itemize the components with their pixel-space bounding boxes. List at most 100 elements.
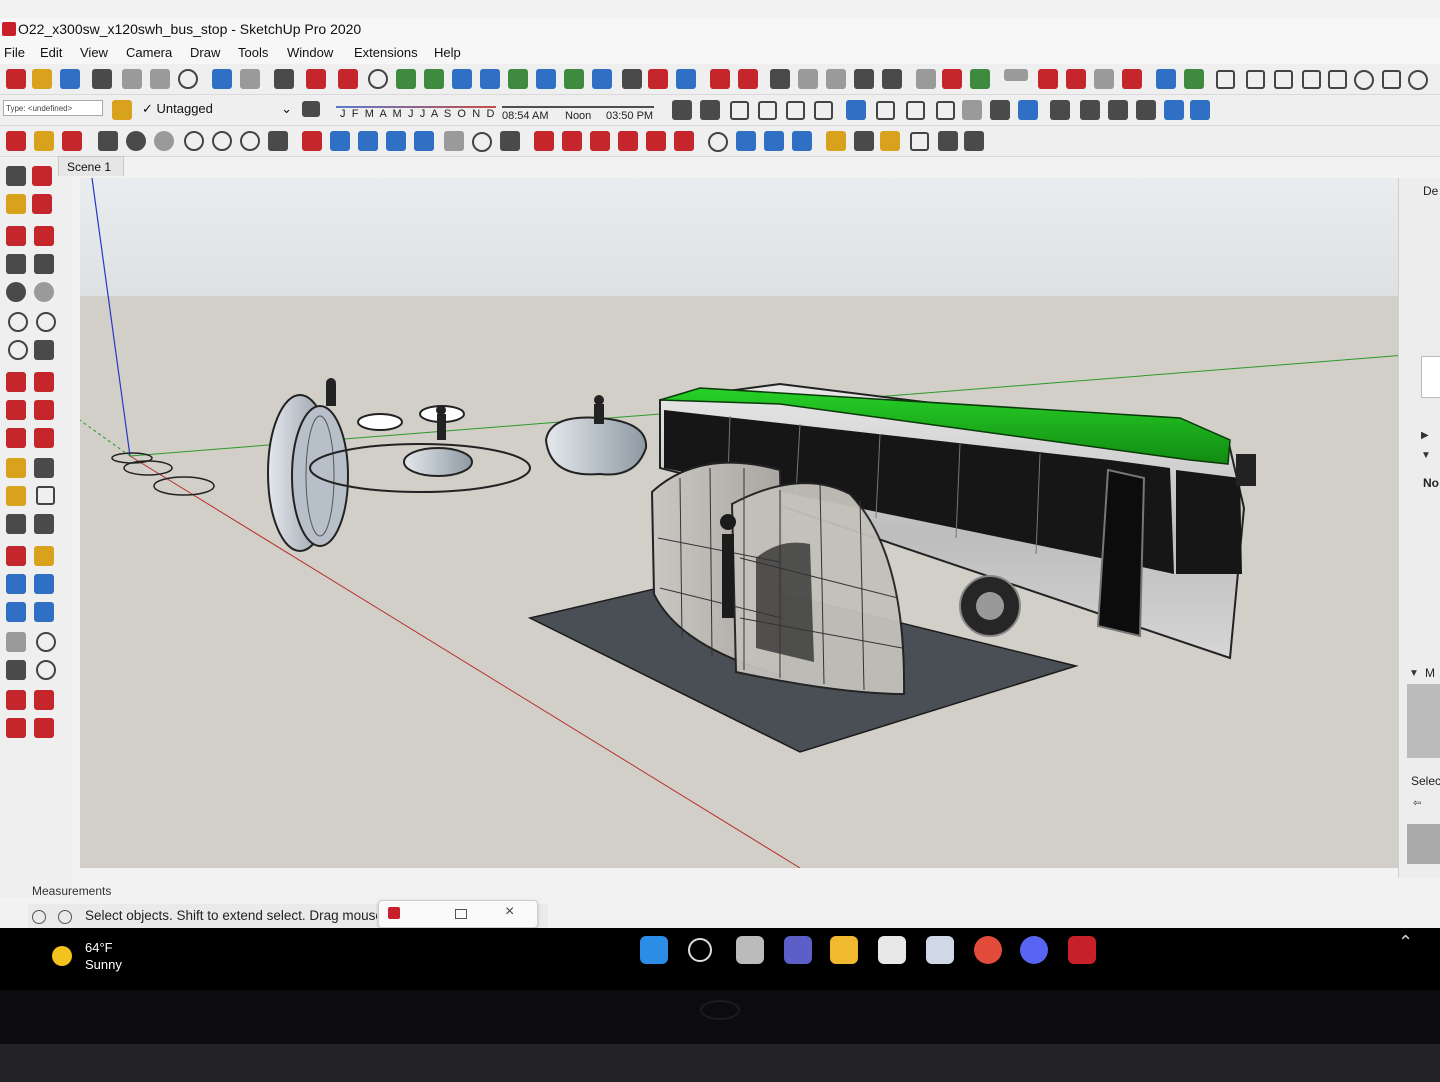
move-icon[interactable] <box>396 69 416 89</box>
polygon-icon[interactable] <box>154 131 174 151</box>
hidden-line-icon[interactable] <box>936 101 955 120</box>
cone-icon[interactable] <box>1382 70 1401 89</box>
solid-trim-icon[interactable] <box>1122 69 1142 89</box>
material-swatch-2[interactable] <box>1407 824 1440 864</box>
cylinder-icon[interactable] <box>1328 70 1347 89</box>
protractor-left-icon[interactable] <box>6 486 26 506</box>
ruby-icon[interactable] <box>34 718 54 738</box>
flip-icon[interactable] <box>424 69 444 89</box>
texture-icon[interactable] <box>738 69 758 89</box>
store-icon[interactable] <box>926 936 954 964</box>
orbit-left-icon[interactable] <box>6 546 26 566</box>
dropbox-icon[interactable] <box>878 936 906 964</box>
zoom-extents-icon[interactable] <box>386 131 406 151</box>
task-view-icon[interactable] <box>736 936 764 964</box>
view-top-icon[interactable] <box>700 100 720 120</box>
follow-me-icon[interactable] <box>618 131 638 151</box>
paint-bucket-icon[interactable] <box>34 131 54 151</box>
sketchup-app-icon[interactable] <box>2 22 16 36</box>
component-icon[interactable] <box>6 131 26 151</box>
discord-icon[interactable] <box>1020 936 1048 964</box>
back-arrow-icon[interactable]: ⇦ <box>1413 798 1421 809</box>
freehand-icon[interactable] <box>34 226 54 246</box>
box3-icon[interactable] <box>1274 70 1293 89</box>
sketchup-icon[interactable] <box>1068 936 1096 964</box>
menu-extensions[interactable]: Extensions <box>354 45 418 60</box>
menu-tools[interactable]: Tools <box>238 45 268 60</box>
3d-text-left-icon[interactable] <box>34 514 54 534</box>
protractor-icon[interactable] <box>880 131 900 151</box>
warehouse-icon[interactable] <box>916 69 936 89</box>
shaded-icon[interactable] <box>962 100 982 120</box>
scene-tab[interactable]: Scene 1 <box>58 156 124 176</box>
sphere-icon[interactable] <box>1354 70 1374 90</box>
chrome-icon[interactable] <box>974 936 1002 964</box>
menu-edit[interactable]: Edit <box>40 45 62 60</box>
section-export-icon[interactable] <box>1164 100 1184 120</box>
time-slider[interactable] <box>502 106 654 108</box>
make-component-icon[interactable] <box>32 166 52 186</box>
pencil-icon[interactable] <box>6 226 26 246</box>
sandbox2-icon[interactable] <box>798 69 818 89</box>
split-icon[interactable] <box>592 69 612 89</box>
arc2-icon[interactable] <box>480 69 500 89</box>
rotated-rect-icon[interactable] <box>34 254 54 274</box>
file-explorer-icon[interactable] <box>830 936 858 964</box>
section-cut-icon[interactable] <box>1108 100 1128 120</box>
select-arrow-icon[interactable] <box>6 166 26 186</box>
menu-help[interactable]: Help <box>434 45 461 60</box>
text-tool-icon[interactable] <box>910 132 929 151</box>
xray-icon[interactable] <box>846 100 866 120</box>
chevron-up-icon[interactable]: ⌃ <box>1398 932 1413 953</box>
eraser-left-icon[interactable] <box>32 194 52 214</box>
dimension-icon[interactable] <box>854 131 874 151</box>
sandbox5-icon[interactable] <box>882 69 902 89</box>
circle-icon[interactable] <box>126 131 146 151</box>
cut-icon[interactable] <box>92 69 112 89</box>
tag-tool-icon[interactable] <box>112 100 132 120</box>
geo-location-icon[interactable] <box>1156 69 1176 89</box>
arc3-left-icon[interactable] <box>8 340 28 360</box>
copy-icon[interactable] <box>122 69 142 89</box>
scale-left-icon[interactable] <box>6 428 26 448</box>
sandbox4-icon[interactable] <box>854 69 874 89</box>
layout-icon[interactable] <box>942 69 962 89</box>
polygon-left-icon[interactable] <box>34 282 54 302</box>
print-icon[interactable] <box>274 69 294 89</box>
join-icon[interactable] <box>564 69 584 89</box>
zoom-left-icon[interactable] <box>6 574 26 594</box>
geo-status-icon[interactable] <box>32 910 46 924</box>
close-icon[interactable]: × <box>505 903 514 921</box>
sandbox-scratch-icon[interactable] <box>764 131 784 151</box>
extension-left-icon[interactable] <box>34 690 54 710</box>
sandbox-contours-icon[interactable] <box>736 131 756 151</box>
offset-left-icon[interactable] <box>34 428 54 448</box>
layout-left-icon[interactable] <box>6 718 26 738</box>
shaded-textures-icon[interactable] <box>990 100 1010 120</box>
box2-icon[interactable] <box>1246 70 1265 89</box>
position-camera-icon[interactable] <box>444 131 464 151</box>
paint-bucket-left-icon[interactable] <box>6 194 26 214</box>
collapse-triangle-icon[interactable]: ▼ <box>1421 450 1431 461</box>
zoom-extents-left-icon[interactable] <box>6 602 26 622</box>
solid-union-icon[interactable] <box>1038 69 1058 89</box>
new-file-icon[interactable] <box>6 69 26 89</box>
axes-icon[interactable] <box>708 132 728 152</box>
close-x-icon[interactable] <box>622 69 642 89</box>
menu-draw[interactable]: Draw <box>190 45 220 60</box>
start-icon[interactable] <box>640 936 668 964</box>
view-back-icon[interactable] <box>786 101 805 120</box>
offset-icon[interactable] <box>674 131 694 151</box>
paint-icon[interactable] <box>710 69 730 89</box>
tag-select[interactable]: ✓ Untagged ⌄ <box>142 99 294 119</box>
wireframe-icon[interactable] <box>906 101 925 120</box>
erase-icon[interactable] <box>178 69 198 89</box>
search-icon[interactable] <box>688 938 712 962</box>
drop-icon[interactable] <box>1408 70 1428 90</box>
restore-icon[interactable] <box>455 909 467 919</box>
text-left-icon[interactable] <box>36 486 55 505</box>
sun-icon[interactable] <box>52 946 72 966</box>
walk-icon[interactable] <box>500 131 520 151</box>
model-viewport[interactable] <box>80 178 1418 868</box>
type-select[interactable]: Type: <undefined> <box>3 100 103 116</box>
